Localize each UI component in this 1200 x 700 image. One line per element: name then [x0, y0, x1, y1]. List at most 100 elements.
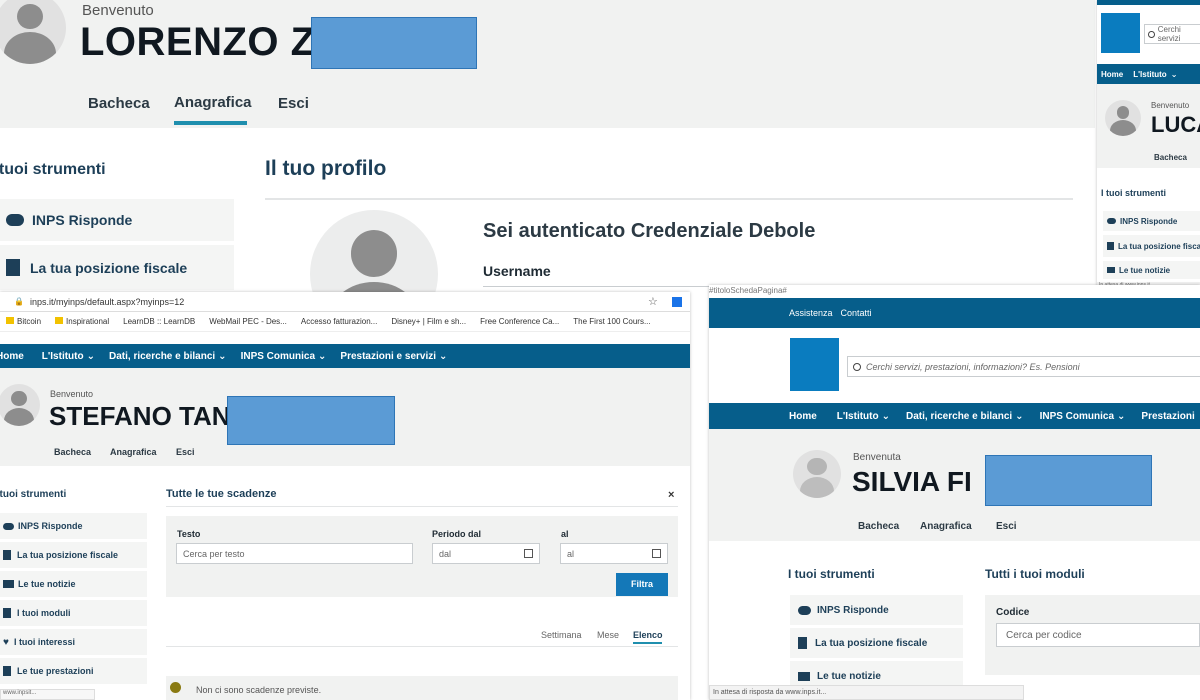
nav-home[interactable]: Home	[0, 351, 24, 362]
tool-label: La tua posizione fiscale	[815, 637, 928, 649]
welcome-label: Benvenuto	[1151, 101, 1190, 110]
tool-interessi[interactable]: ♥ I tuoi interessi	[0, 629, 147, 657]
calendar-icon[interactable]	[524, 549, 533, 558]
calendar-icon[interactable]	[652, 549, 661, 558]
document-icon	[3, 666, 11, 676]
user-name: STEFANO TAN	[49, 401, 231, 431]
search-icon	[1148, 30, 1155, 38]
tools-title: I tuoi strumenti	[0, 161, 106, 178]
bookmark-bitcoin[interactable]: Bitcoin	[6, 317, 41, 326]
tab-bacheca[interactable]: Bacheca	[858, 521, 899, 532]
nav-istituto[interactable]: L'Istituto	[837, 411, 879, 422]
nav-home[interactable]: Home	[789, 411, 817, 422]
browser-address-bar: 🔒 inps.it/myinps/default.aspx?myinps=12 …	[0, 292, 690, 312]
close-icon[interactable]: ×	[668, 489, 674, 501]
view-tab-mese[interactable]: Mese	[597, 630, 619, 640]
status-bar: In attesa di risposta da www.inps.it...	[709, 685, 1024, 700]
chat-icon	[1107, 218, 1116, 224]
link-contatti[interactable]: Contatti	[841, 308, 872, 318]
chat-icon	[6, 214, 24, 226]
tab-bacheca[interactable]: Bacheca	[1154, 153, 1187, 162]
tool-notizie[interactable]: Le tue notizie	[1103, 261, 1200, 281]
chevron-down-icon: ⌄	[86, 350, 95, 362]
tab-bacheca[interactable]: Bacheca	[88, 95, 150, 112]
nav-comunica[interactable]: INPS Comunica	[241, 351, 315, 362]
main-nav: Home L'Istituto⌄ Dati, ricerche e bilanc…	[709, 403, 1200, 429]
tab-esci[interactable]: Esci	[176, 447, 195, 457]
nav-dati[interactable]: Dati, ricerche e bilanci	[109, 351, 215, 362]
nav-prestazioni[interactable]: Prestazioni	[1141, 411, 1194, 422]
tool-label: INPS Risponde	[1120, 216, 1178, 226]
nav-prestazioni[interactable]: Prestazioni e servizi	[340, 351, 436, 362]
nav-istituto[interactable]: L'Istituto	[42, 351, 84, 362]
nav-comunica[interactable]: INPS Comunica	[1040, 411, 1114, 422]
link-assistenza[interactable]: Assistenza	[789, 308, 833, 318]
tool-moduli[interactable]: I tuoi moduli	[0, 600, 147, 628]
chevron-down-icon: ⌄	[218, 350, 227, 362]
status-bar: www.inpsit...	[0, 689, 95, 700]
nav-dati[interactable]: Dati, ricerche e bilanci	[906, 411, 1012, 422]
user-name: SILVIA FI	[852, 466, 972, 497]
tool-posizione-fiscale[interactable]: La tua posizione fiscale	[790, 628, 963, 660]
deadlines-title: Tutte le tue scadenze	[166, 488, 277, 500]
tab-esci[interactable]: Esci	[278, 95, 309, 112]
logo-block	[1101, 13, 1140, 53]
tab-esci[interactable]: Esci	[996, 521, 1017, 532]
empty-message: Non ci sono scadenze previste.	[196, 685, 322, 695]
tool-inps-risponde[interactable]: INPS Risponde	[0, 513, 147, 541]
tool-inps-risponde[interactable]: INPS Risponde	[790, 595, 963, 627]
input-placeholder: al	[567, 548, 575, 559]
nav-istituto[interactable]: L'Istituto	[1133, 70, 1166, 79]
al-input[interactable]: al	[560, 543, 668, 564]
screenshot-luca-page: Cerchi servizi Home L'Istituto ⌄ Benvenu…	[1097, 0, 1200, 290]
bookmark-inspirational[interactable]: Inspirational	[55, 317, 109, 326]
view-tab-elenco[interactable]: Elenco	[633, 630, 663, 640]
tool-label: I tuoi moduli	[17, 608, 71, 618]
tool-notizie[interactable]: Le tue notizie	[0, 571, 147, 599]
bookmark-disney[interactable]: Disney+ | Film e sh...	[391, 317, 466, 326]
search-input[interactable]: Cerchi servizi, prestazioni, informazion…	[847, 356, 1200, 377]
tool-label: I tuoi interessi	[13, 637, 75, 647]
tab-anagrafica[interactable]: Anagrafica	[174, 94, 252, 111]
chevron-down-icon: ⌄	[1170, 69, 1178, 79]
testo-input[interactable]: Cerca per testo	[176, 543, 413, 564]
chat-icon	[3, 522, 14, 530]
tool-label: Le tue notizie	[817, 670, 881, 682]
avatar	[793, 450, 841, 498]
tool-posizione-fiscale[interactable]: La tua posizione fiscale	[0, 542, 147, 570]
tool-posizione-fiscale[interactable]: La tua posizione fiscale	[1103, 235, 1200, 259]
main-nav: Home L'Istituto ⌄	[1097, 64, 1200, 84]
profile-title: Il tuo profilo	[265, 157, 387, 180]
view-tab-settimana[interactable]: Settimana	[541, 630, 582, 640]
nav-home[interactable]: Home	[1101, 70, 1123, 79]
chevron-down-icon: ⌄	[318, 350, 327, 362]
star-icon[interactable]: ☆	[648, 295, 658, 308]
bookmark-first100[interactable]: The First 100 Cours...	[573, 317, 650, 326]
bookmark-learndb[interactable]: LearnDB :: LearnDB	[123, 317, 195, 326]
bookmark-webmail[interactable]: WebMail PEC - Des...	[209, 317, 287, 326]
tools-title: I tuoi strumenti	[1101, 188, 1166, 198]
search-input[interactable]: Cerchi servizi	[1144, 24, 1200, 44]
dal-input[interactable]: dal	[432, 543, 540, 564]
tool-posizione-fiscale[interactable]: La tua posizione fiscale	[0, 245, 234, 292]
view-active-indicator	[633, 642, 662, 644]
tab-anagrafica[interactable]: Anagrafica	[110, 447, 157, 457]
user-name: LUCA	[1151, 112, 1200, 137]
tool-inps-risponde[interactable]: INPS Risponde	[0, 199, 234, 243]
tab-bacheca[interactable]: Bacheca	[54, 447, 91, 457]
search-placeholder: Cerchi servizi, prestazioni, informazion…	[866, 361, 1080, 372]
bookmark-conference[interactable]: Free Conference Ca...	[480, 317, 559, 326]
code-label: Codice	[996, 607, 1030, 618]
user-name: LORENZO Z	[80, 20, 316, 64]
code-input[interactable]: Cerca per codice	[996, 623, 1200, 647]
filter-button[interactable]: Filtra	[616, 573, 668, 596]
tab-anagrafica[interactable]: Anagrafica	[920, 521, 972, 532]
tool-prestazioni[interactable]: Le tue prestazioni	[0, 658, 147, 686]
bookmark-fatturazione[interactable]: Accesso fatturazion...	[301, 317, 377, 326]
tool-label: INPS Risponde	[32, 212, 133, 228]
tool-label: Le tue notizie	[1119, 265, 1171, 275]
screenshot-silvia-page: #titoloSchedaPagina# Assistenza Contatti…	[709, 285, 1200, 700]
tool-inps-risponde[interactable]: INPS Risponde	[1103, 211, 1200, 233]
extension-icon[interactable]	[672, 297, 682, 307]
url-text[interactable]: inps.it/myinps/default.aspx?myinps=12	[30, 297, 184, 307]
